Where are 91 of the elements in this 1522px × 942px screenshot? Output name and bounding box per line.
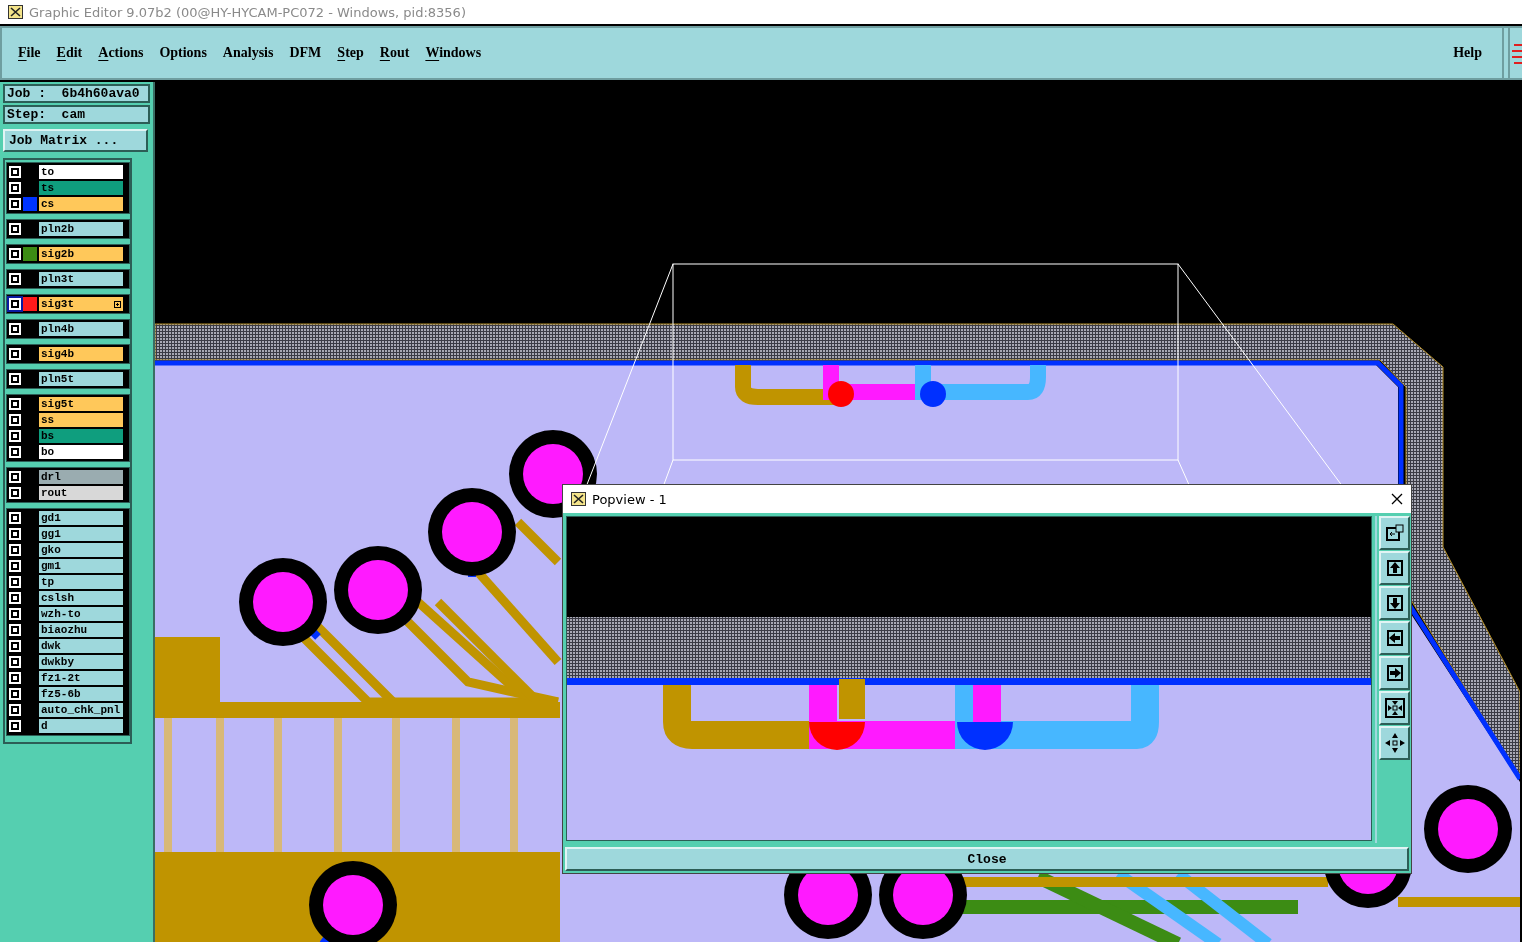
layer-checkbox[interactable] xyxy=(9,656,21,668)
layer-checkbox[interactable] xyxy=(9,704,21,716)
layer-name[interactable]: gm1 xyxy=(39,559,123,573)
layer-checkbox[interactable] xyxy=(9,430,21,442)
layer-name[interactable]: dwkby xyxy=(39,655,123,669)
layer-checkbox[interactable] xyxy=(9,248,21,260)
layer-checkbox[interactable] xyxy=(9,348,21,360)
view-tool-button[interactable] xyxy=(1379,516,1410,550)
layer-checkbox[interactable] xyxy=(9,592,21,604)
layer-name[interactable]: gko xyxy=(39,543,123,557)
layer-name[interactable]: auto_chk_pnl xyxy=(39,703,123,717)
layer-checkbox[interactable] xyxy=(9,672,21,684)
layer-name[interactable]: sig5t xyxy=(39,397,123,411)
view-tool-button[interactable] xyxy=(1379,726,1410,760)
layer-checkbox[interactable] xyxy=(9,273,21,285)
arrows-outward-icon xyxy=(1383,732,1406,754)
layer-checkbox[interactable] xyxy=(9,608,21,620)
window-arrow-icon xyxy=(1383,522,1406,544)
menu-item[interactable]: Analysis xyxy=(214,42,282,64)
app-icon xyxy=(8,5,23,19)
menu-item[interactable]: DFM xyxy=(281,42,330,64)
layer-name[interactable]: d xyxy=(39,719,123,733)
layer-name[interactable]: ss xyxy=(39,413,123,427)
layer-checkbox[interactable] xyxy=(9,298,21,310)
layer-checkbox[interactable] xyxy=(9,223,21,235)
view-tool-button[interactable] xyxy=(1379,586,1410,620)
layer-checkbox[interactable] xyxy=(9,323,21,335)
expand-icon xyxy=(114,300,121,308)
layer-name[interactable]: bo xyxy=(39,445,123,459)
layer-checkbox[interactable] xyxy=(9,398,21,410)
menu-item[interactable]: Options xyxy=(151,42,215,64)
job-label: Job : 6b4h60ava0 xyxy=(3,84,150,103)
layer-checkbox[interactable] xyxy=(9,576,21,588)
close-icon[interactable] xyxy=(1391,493,1403,505)
window-icon xyxy=(571,492,586,506)
layer-name[interactable]: fz1-2t xyxy=(39,671,123,685)
layer-name[interactable]: bs xyxy=(39,429,123,443)
menu-item[interactable]: File xyxy=(10,42,49,64)
layer-name[interactable]: pln3t xyxy=(39,272,123,286)
menu-item[interactable]: Windows xyxy=(417,42,490,64)
menu-item[interactable]: Actions xyxy=(90,42,152,64)
arrows-inward-icon xyxy=(1383,697,1406,719)
layer-name[interactable]: pln5t xyxy=(39,372,123,386)
layer-checkbox[interactable] xyxy=(9,471,21,483)
layer-name[interactable]: to xyxy=(39,165,123,179)
help-menu[interactable]: Help xyxy=(1453,45,1482,61)
layer-name[interactable]: gg1 xyxy=(39,527,123,541)
view-tool-button[interactable] xyxy=(1379,656,1410,690)
layer-name[interactable]: sig3t xyxy=(39,297,123,311)
layer-checkbox[interactable] xyxy=(9,624,21,636)
layer-name[interactable]: wzh-to xyxy=(39,607,123,621)
layer-name[interactable]: fz5-6b xyxy=(39,687,123,701)
layer-name[interactable]: sig2b xyxy=(39,247,123,261)
layer-checkbox[interactable] xyxy=(9,560,21,572)
layer-checkbox[interactable] xyxy=(9,688,21,700)
stripes-icon xyxy=(1512,41,1522,65)
layer-name[interactable]: dwk xyxy=(39,639,123,653)
view-tool-button[interactable] xyxy=(1379,621,1410,655)
layer-name[interactable]: pln2b xyxy=(39,222,123,236)
layer-checkbox[interactable] xyxy=(9,512,21,524)
layer-name[interactable]: sig4b xyxy=(39,347,123,361)
step-label: Step: cam xyxy=(3,105,150,124)
layer-checkbox[interactable] xyxy=(9,198,21,210)
view-tool-button[interactable] xyxy=(1379,551,1410,585)
layer-checkbox[interactable] xyxy=(9,720,21,732)
menu-item[interactable]: Edit xyxy=(48,42,91,64)
layer-name[interactable]: drl xyxy=(39,470,123,484)
layer-checkbox[interactable] xyxy=(9,414,21,426)
window-title: Graphic Editor 9.07b2 (00@HY-HYCAM-PC072 - Windows, pid:8356) xyxy=(29,4,466,20)
menu-item[interactable]: Rout xyxy=(371,42,418,64)
layer-checkbox[interactable] xyxy=(9,373,21,385)
view-tool-button[interactable] xyxy=(1379,691,1410,725)
layer-name[interactable]: pln4b xyxy=(39,322,123,336)
job-matrix-button[interactable]: Job Matrix ... xyxy=(3,129,148,152)
layer-name[interactable]: cslsh xyxy=(39,591,123,605)
layer-name[interactable]: gd1 xyxy=(39,511,123,525)
layer-checkbox[interactable] xyxy=(9,182,21,194)
layer-name[interactable]: tp xyxy=(39,575,123,589)
close-button[interactable]: Close xyxy=(565,847,1409,871)
layer-checkbox[interactable] xyxy=(9,487,21,499)
layer-checkbox[interactable] xyxy=(9,166,21,178)
layer-name[interactable]: cs xyxy=(39,197,123,211)
layer-checkbox[interactable] xyxy=(9,446,21,458)
layer-name[interactable]: rout xyxy=(39,486,123,500)
layer-checkbox[interactable] xyxy=(9,640,21,652)
layer-checkbox[interactable] xyxy=(9,544,21,556)
layer-name[interactable]: biaozhu xyxy=(39,623,123,637)
layer-checkbox[interactable] xyxy=(9,528,21,540)
layer-name[interactable]: ts xyxy=(39,181,123,195)
popview-title: Popview - 1 xyxy=(592,491,667,507)
menu-item[interactable]: Step xyxy=(329,42,372,64)
